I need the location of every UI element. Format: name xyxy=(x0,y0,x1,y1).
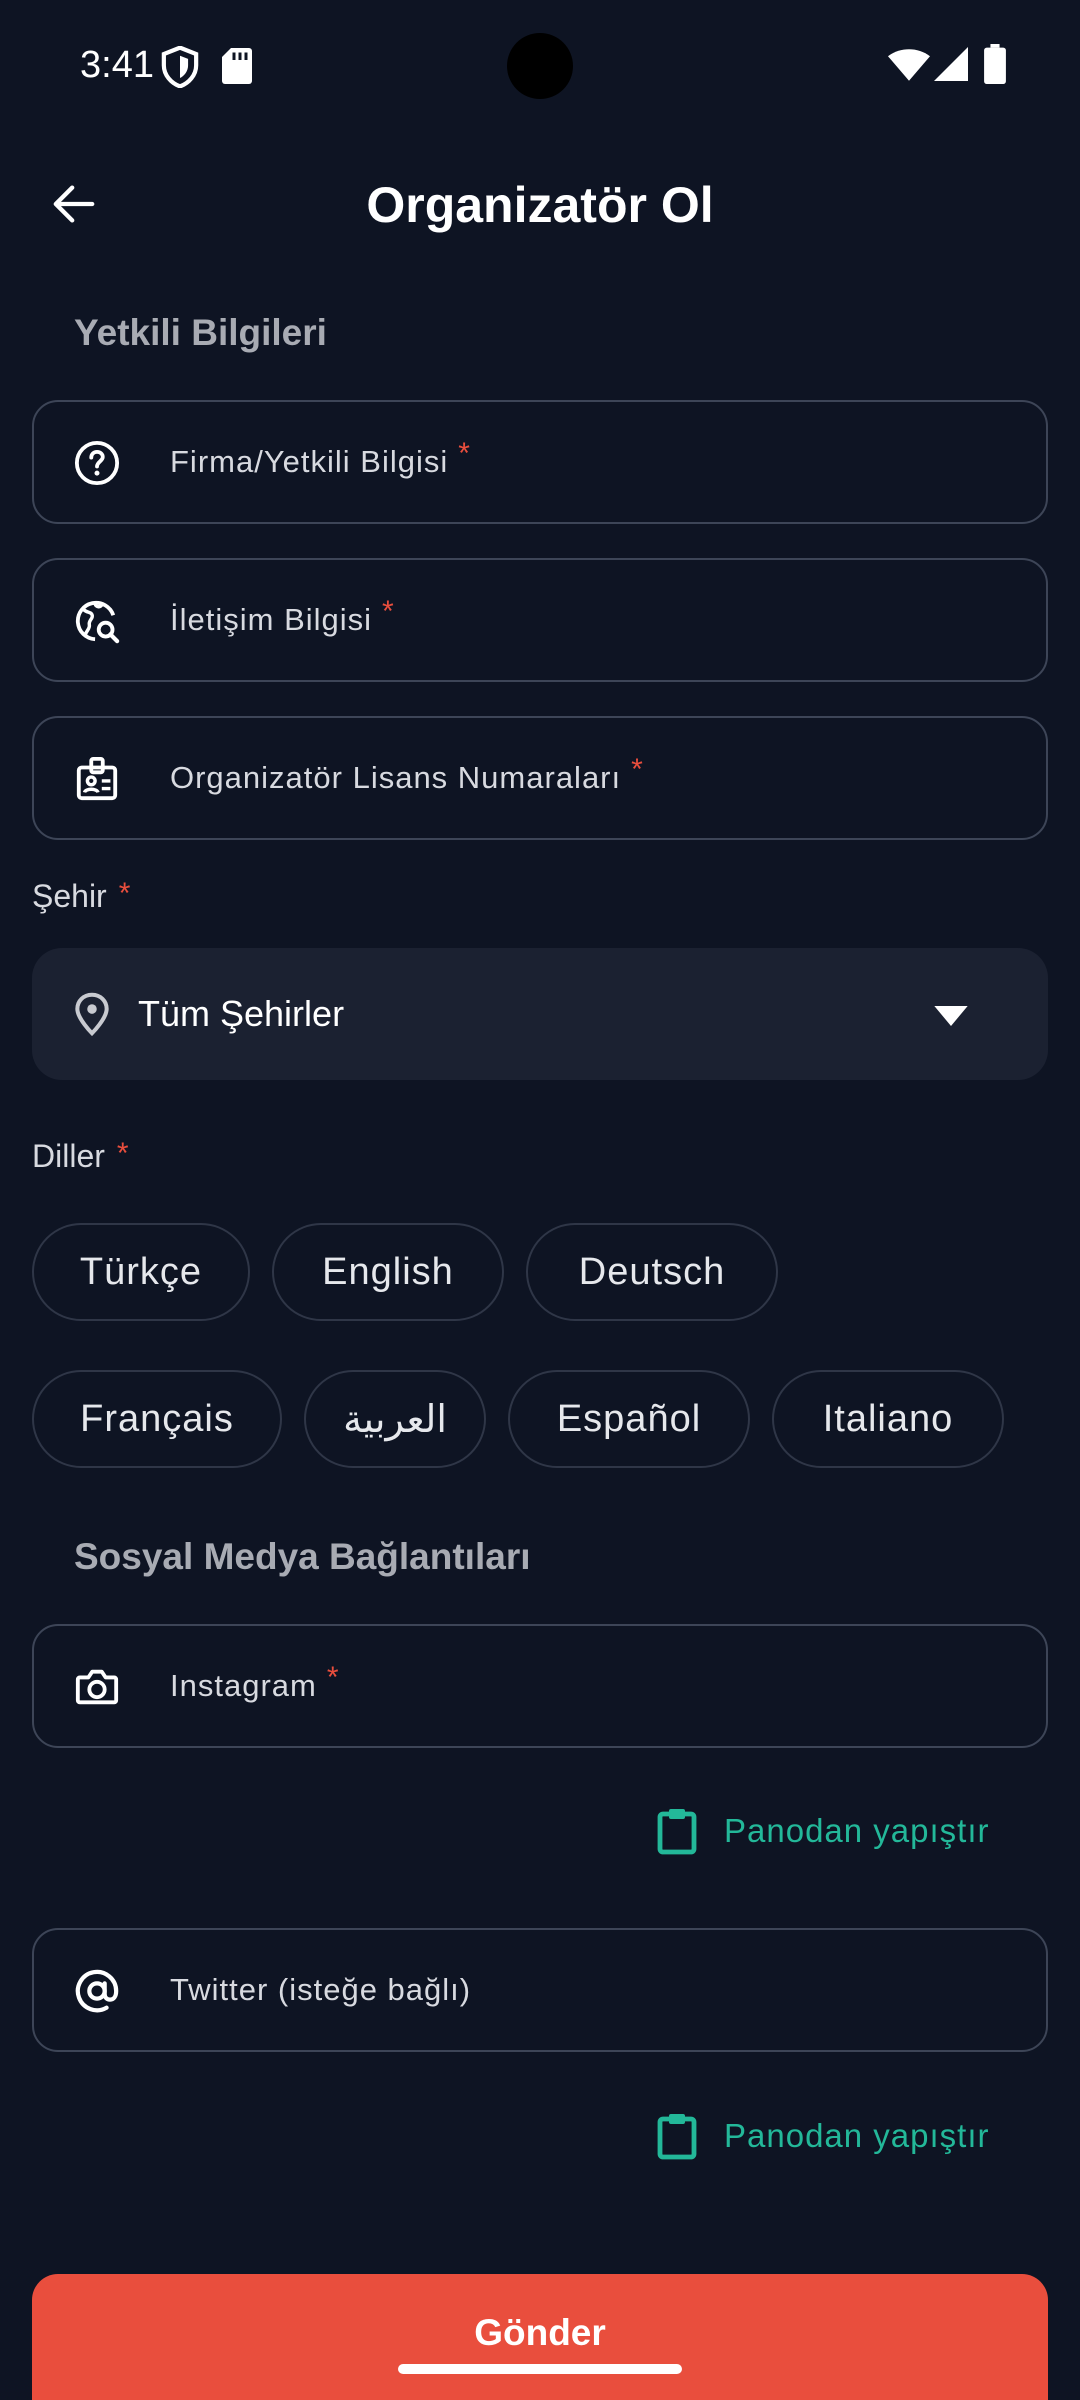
section-heading-social: Sosyal Medya Bağlantıları xyxy=(74,1536,531,1577)
language-chip-arabic[interactable]: العربية xyxy=(304,1370,486,1468)
required-mark: * xyxy=(116,1137,129,1170)
language-chip-turkish[interactable]: Türkçe xyxy=(32,1223,250,1321)
sd-card-icon xyxy=(222,48,252,84)
paste-label: Panodan yapıştır xyxy=(724,1812,990,1849)
paste-instagram-button[interactable]: Panodan yapıştır xyxy=(656,1796,1036,1866)
contact-info-field[interactable]: İletişim Bilgisi * xyxy=(32,558,1048,682)
paste-twitter-button[interactable]: Panodan yapıştır xyxy=(656,2101,1036,2171)
camera-cutout xyxy=(507,33,573,99)
field-label: Instagram * xyxy=(170,1661,340,1703)
battery-icon xyxy=(984,44,1006,84)
become-organizer-screen: 3:41 Organizatör Ol Yetkili Bilgileri Fi… xyxy=(0,0,1080,2400)
globe-search-icon xyxy=(75,600,120,644)
instagram-field[interactable]: Instagram * xyxy=(32,1624,1048,1748)
required-mark: * xyxy=(326,1661,340,1694)
license-numbers-field[interactable]: Organizatör Lisans Numaraları * xyxy=(32,716,1048,840)
language-chip-italian[interactable]: Italiano xyxy=(772,1370,1004,1468)
submit-label: Gönder xyxy=(474,2312,606,2353)
company-info-field[interactable]: Firma/Yetkili Bilgisi * xyxy=(32,400,1048,524)
page-title: Organizatör Ol xyxy=(366,177,714,233)
clipboard-icon xyxy=(657,2114,697,2160)
required-mark: * xyxy=(118,877,131,910)
paste-label: Panodan yapıştır xyxy=(724,2117,990,2154)
city-selected-value: Tüm Şehirler xyxy=(138,993,345,1034)
submit-button[interactable]: Gönder xyxy=(32,2274,1048,2400)
language-chip-french[interactable]: Français xyxy=(32,1370,282,1468)
required-mark: * xyxy=(631,753,644,786)
field-label: Organizatör Lisans Numaraları * xyxy=(170,753,644,795)
required-mark: * xyxy=(382,595,395,628)
field-label: İletişim Bilgisi * xyxy=(170,595,395,637)
status-time: 3:41 xyxy=(80,44,154,86)
at-sign-icon xyxy=(75,1969,119,2013)
city-dropdown[interactable]: Tüm Şehirler xyxy=(32,948,1048,1080)
twitter-field[interactable]: Twitter (isteğe bağlı) xyxy=(32,1928,1048,2052)
home-indicator[interactable] xyxy=(398,2364,682,2374)
camera-icon xyxy=(75,1669,119,1705)
wifi-icon xyxy=(888,49,930,81)
dropdown-caret-icon xyxy=(934,1006,968,1026)
field-label: Firma/Yetkili Bilgisi * xyxy=(170,437,471,479)
clipboard-icon xyxy=(657,1809,697,1855)
help-circle-icon xyxy=(74,440,120,486)
shield-icon xyxy=(161,46,199,88)
status-bar: 3:41 xyxy=(0,0,1080,130)
badge-icon xyxy=(76,756,118,801)
section-heading-authorized: Yetkili Bilgileri xyxy=(74,312,327,353)
language-chip-spanish[interactable]: Español xyxy=(508,1370,750,1468)
location-pin-icon xyxy=(75,992,109,1036)
language-chip-german[interactable]: Deutsch xyxy=(526,1223,778,1321)
language-chip-english[interactable]: English xyxy=(272,1223,504,1321)
signal-icon xyxy=(934,47,968,81)
languages-label: Diller * xyxy=(32,1137,129,1174)
required-mark: * xyxy=(458,437,471,470)
city-label: Şehir * xyxy=(32,877,131,914)
field-label: Twitter (isteğe bağlı) xyxy=(170,1972,472,2007)
